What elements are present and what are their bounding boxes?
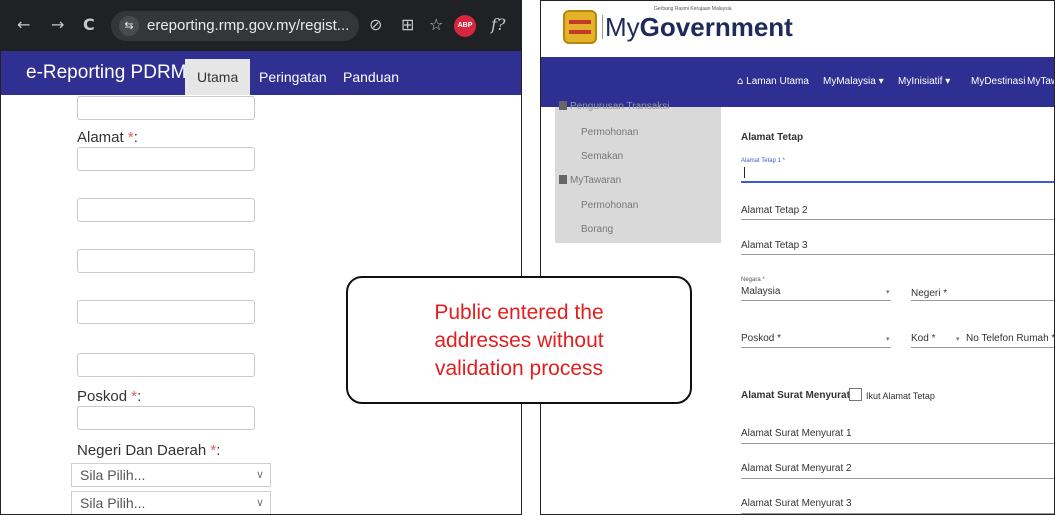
alamat-input-3[interactable]: [77, 249, 255, 273]
adblock-plus-icon[interactable]: ABP: [454, 15, 476, 37]
prev-field-input[interactable]: [77, 96, 255, 120]
text-cursor: [744, 167, 745, 178]
negeri-select[interactable]: Negeri *: [911, 288, 947, 300]
site-brand[interactable]: e-Reporting PDRM: [26, 62, 187, 84]
negara-label: Negara *: [741, 277, 765, 283]
section-alamat-surat-menyurat: Alamat Surat Menyurat: [741, 390, 850, 401]
address-bar[interactable]: ⇆ ereporting.rmp.gov.my/regist...: [111, 11, 359, 41]
alamat-input-2[interactable]: [77, 198, 255, 222]
url-text[interactable]: ereporting.rmp.gov.my/regist...: [147, 17, 349, 35]
callout-line-1: Public entered the: [434, 301, 604, 324]
document-icon: [559, 175, 567, 184]
tab-panduan[interactable]: Panduan: [331, 59, 411, 95]
alamat-tetap-3-input[interactable]: Alamat Tetap 3: [741, 240, 808, 252]
nav-mymalaysia[interactable]: MyMalaysia ▾: [823, 75, 884, 89]
chevron-down-icon: ▾: [886, 335, 890, 343]
eye-hidden-icon[interactable]: ⊘: [369, 15, 382, 35]
chevron-down-icon: ∨: [255, 496, 264, 509]
mygov-header: Gerbang Rasmi Kerajaan Malaysia MyGovern…: [541, 1, 1054, 57]
reload-icon[interactable]: C: [83, 15, 95, 35]
telefon-line: [911, 347, 1054, 348]
sidebar-item-permohonan-2[interactable]: Permohonan: [581, 200, 638, 212]
kod-select[interactable]: Kod *: [911, 333, 935, 345]
bookmark-star-icon[interactable]: ☆: [429, 15, 443, 35]
negeri-line: [911, 300, 1054, 301]
sidebar-item-borang[interactable]: Borang: [581, 224, 613, 236]
poskod-input[interactable]: [77, 406, 255, 430]
negeri-select[interactable]: Sila Pilih... ∨: [71, 463, 271, 487]
translate-icon[interactable]: ⊞: [401, 15, 414, 35]
negara-line: [741, 300, 891, 301]
alamat-label: Alamat *:: [77, 129, 138, 146]
alamat-input-5[interactable]: [77, 353, 255, 377]
nav-myinisiatif[interactable]: MyInisiatif ▾: [898, 75, 950, 89]
callout-line-2: addresses without: [434, 329, 604, 352]
alamat-surat-1-input[interactable]: Alamat Surat Menyurat 1: [741, 428, 852, 440]
sidebar-item-semakan[interactable]: Semakan: [581, 151, 623, 163]
negara-select[interactable]: Malaysia: [741, 286, 780, 298]
poskod-select[interactable]: Poskod *: [741, 333, 781, 345]
browser-toolbar: ← → C ⇆ ereporting.rmp.gov.my/regist... …: [1, 1, 521, 51]
chevron-down-icon: ∨: [255, 468, 264, 481]
mygov-navbar: ⌂ Laman Utama MyMalaysia ▾ MyInisiatif ▾…: [541, 57, 1054, 107]
back-arrow-icon[interactable]: ←: [17, 15, 30, 35]
callout-line-3: validation process: [434, 357, 604, 380]
chevron-down-icon: ▾: [886, 288, 890, 296]
alamat-input-1[interactable]: [77, 147, 255, 171]
nav-mydestinasi[interactable]: MyDestinasi: [971, 75, 1025, 89]
ikut-alamat-tetap-checkbox[interactable]: [849, 388, 862, 401]
nav-laman-utama[interactable]: ⌂ Laman Utama: [737, 75, 809, 89]
home-icon: ⌂: [737, 76, 744, 87]
negeri-daerah-label: Negeri Dan Daerah *:: [77, 442, 221, 459]
sidebar-cut-title: Pengurusan Transaksi: [559, 101, 670, 113]
daerah-select[interactable]: Sila Pilih... ∨: [71, 491, 271, 514]
alamat-surat-3-line: [741, 513, 1054, 514]
mygovernment-logo[interactable]: MyGovernment: [605, 12, 793, 42]
alamat-tetap-2-line: [741, 219, 1054, 220]
poskod-line: [741, 347, 891, 348]
nav-mytawaran[interactable]: MyTawaran: [1027, 75, 1054, 89]
alamat-surat-2-line: [741, 478, 1054, 479]
coat-of-arms-icon: [563, 10, 597, 44]
sidebar-item-mytawaran[interactable]: MyTawaran: [559, 175, 621, 187]
alamat-surat-1-line: [741, 443, 1054, 444]
extension-icon[interactable]: f?: [491, 15, 506, 35]
side-menu: Pengurusan Transaksi Permohonan Semakan …: [555, 101, 721, 243]
ereporting-browser-window: ← → C ⇆ ereporting.rmp.gov.my/regist... …: [0, 0, 522, 515]
ikut-alamat-tetap-label: Ikut Alamat Tetap: [866, 391, 935, 401]
alamat-surat-3-input[interactable]: Alamat Surat Menyurat 3: [741, 498, 852, 510]
sidebar-item-permohonan[interactable]: Permohonan: [581, 127, 638, 139]
alamat-surat-2-input[interactable]: Alamat Surat Menyurat 2: [741, 463, 852, 475]
alamat-tetap-1-input[interactable]: [741, 181, 1054, 183]
alamat-input-4[interactable]: [77, 300, 255, 324]
pdrm-navbar: e-Reporting PDRM Utama Peringatan Pandua…: [1, 51, 521, 95]
no-telefon-rumah-input[interactable]: No Telefon Rumah *: [966, 333, 1054, 345]
site-settings-icon[interactable]: ⇆: [119, 16, 139, 36]
tab-peringatan[interactable]: Peringatan: [247, 59, 339, 95]
mygovernment-window: Gerbang Rasmi Kerajaan Malaysia MyGovern…: [540, 0, 1055, 515]
alamat-tetap-2-input[interactable]: Alamat Tetap 2: [741, 205, 808, 217]
section-alamat-tetap: Alamat Tetap: [741, 132, 804, 143]
forward-arrow-icon[interactable]: →: [51, 15, 64, 35]
annotation-callout: Public entered the addresses without val…: [346, 276, 692, 404]
chevron-down-icon: ▾: [956, 335, 960, 343]
alamat-tetap-1-label: Alamat Tetap 1 *: [741, 158, 785, 164]
logo-divider: [602, 15, 603, 39]
poskod-label: Poskod *:: [77, 388, 142, 405]
tab-utama[interactable]: Utama: [185, 59, 251, 95]
alamat-tetap-3-line: [741, 254, 1054, 255]
